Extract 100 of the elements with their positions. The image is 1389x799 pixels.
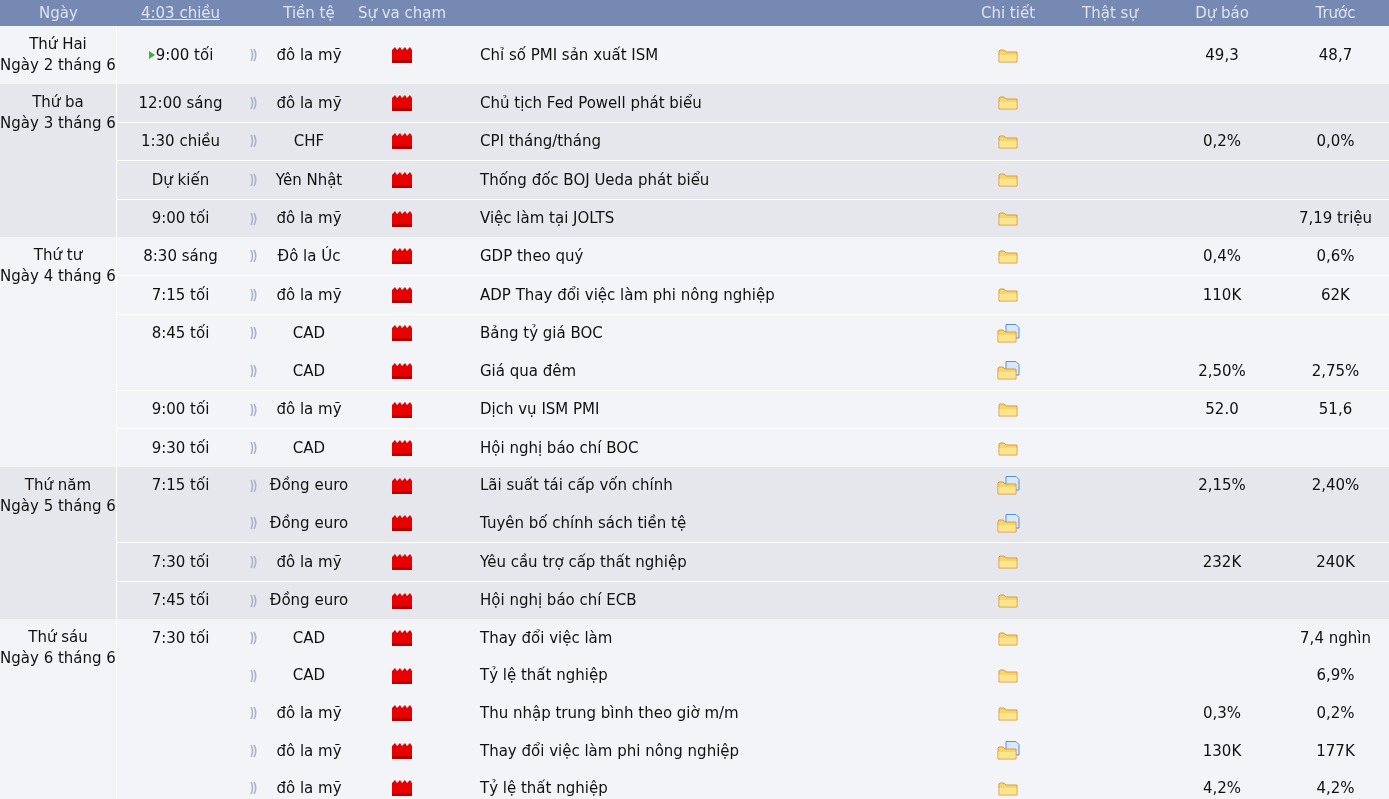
folder-icon[interactable] — [998, 401, 1018, 419]
event-title: Tỷ lệ thất nghiệp — [480, 779, 608, 798]
date-label: Ngày 5 tháng 6 — [0, 495, 116, 517]
currency-label: đô la mỹ — [276, 284, 342, 306]
currency-label: đô la mỹ — [276, 399, 342, 421]
currency-label: Đồng euro — [269, 590, 349, 612]
impact-icon — [392, 780, 412, 797]
impact-icon — [392, 515, 412, 532]
sound-wave-icon[interactable] — [250, 173, 258, 187]
previous-value: 51,6 — [1318, 399, 1353, 421]
sound-wave-icon[interactable] — [250, 516, 258, 531]
forecast-value: 2,15% — [1198, 475, 1246, 497]
folder-icon[interactable] — [998, 46, 1018, 64]
event-title: Thu nhập trung bình theo giờ m/m — [480, 704, 739, 723]
sound-wave-icon[interactable] — [250, 743, 258, 758]
event-title: Tuyên bố chính sách tiền tệ — [480, 514, 687, 533]
folder-document-icon[interactable] — [996, 361, 1020, 381]
currency-label: đô la mỹ — [276, 44, 342, 66]
column-header: Chi tiết — [979, 2, 1037, 24]
folder-icon[interactable] — [998, 94, 1018, 112]
impact-icon — [392, 248, 412, 265]
previous-value: 2,40% — [1311, 475, 1360, 497]
forecast-value: 4,2% — [1202, 778, 1242, 799]
folder-icon[interactable] — [998, 286, 1018, 304]
impact-icon — [392, 440, 412, 457]
event-title: Hội nghị báo chí BOC — [480, 438, 639, 457]
folder-document-icon[interactable] — [996, 323, 1020, 343]
event-time: 7:15 tối — [151, 284, 210, 306]
currency-label: Đồng euro — [269, 513, 349, 535]
currency-label: đô la mỹ — [276, 778, 342, 799]
previous-value: 177K — [1316, 740, 1355, 762]
column-header: Tiền tệ — [282, 2, 336, 24]
currency-label: CAD — [292, 360, 326, 382]
sound-wave-icon[interactable] — [250, 211, 258, 226]
date-label: Ngày 4 tháng 6 — [0, 266, 116, 288]
folder-icon[interactable] — [998, 210, 1018, 228]
previous-value: 0,0% — [1316, 131, 1355, 153]
sound-wave-icon[interactable] — [250, 134, 258, 149]
sound-wave-icon[interactable] — [250, 287, 258, 302]
sound-wave-icon[interactable] — [250, 631, 258, 646]
event-title: Chủ tịch Fed Powell phát biểu — [480, 93, 702, 112]
currency-label: đô la mỹ — [276, 551, 342, 573]
weekday-label: Thứ Hai — [29, 34, 87, 55]
event-title: Lãi suất tái cấp vốn chính — [480, 476, 673, 495]
folder-icon[interactable] — [998, 171, 1018, 189]
folder-icon[interactable] — [998, 780, 1018, 797]
event-title: Thay đổi việc làm phi nông nghiệp — [480, 741, 740, 760]
currency-label: CAD — [292, 323, 326, 345]
folder-document-icon[interactable] — [996, 513, 1020, 533]
event-title: GDP theo quý — [480, 246, 584, 265]
column-header: Ngày — [38, 2, 79, 24]
folder-icon[interactable] — [998, 667, 1018, 685]
event-title: Yêu cầu trợ cấp thất nghiệp — [480, 552, 687, 571]
previous-value: 7,4 nghìn — [1300, 627, 1371, 649]
previous-value: 48,7 — [1318, 44, 1353, 66]
impact-icon — [392, 592, 412, 609]
sound-wave-icon[interactable] — [250, 402, 258, 417]
sound-wave-icon[interactable] — [250, 326, 258, 341]
event-time: 7:30 tối — [151, 627, 210, 649]
forecast-value: 0,4% — [1202, 245, 1242, 267]
sound-wave-icon[interactable] — [250, 668, 258, 683]
weekday-label: Thứ năm — [24, 474, 92, 496]
forecast-value: 49,3 — [1205, 44, 1239, 66]
currency-label: CHF — [293, 131, 325, 153]
date-label: Ngày 6 tháng 6 — [0, 648, 116, 670]
event-time: 7:15 tối — [151, 475, 210, 497]
impact-icon — [392, 705, 412, 722]
folder-icon[interactable] — [998, 629, 1018, 647]
currency-label: đô la mỹ — [276, 740, 342, 762]
impact-icon — [392, 362, 412, 379]
sound-wave-icon[interactable] — [250, 706, 258, 721]
column-header: Dự báo — [1194, 2, 1250, 24]
sound-wave-icon[interactable] — [250, 478, 258, 493]
currency-label: Yên Nhật — [275, 169, 343, 191]
folder-document-icon[interactable] — [996, 741, 1020, 761]
folder-icon[interactable] — [998, 439, 1018, 457]
sound-wave-icon[interactable] — [250, 781, 258, 796]
folder-icon[interactable] — [998, 592, 1018, 609]
sound-wave-icon[interactable] — [250, 593, 258, 608]
impact-icon — [392, 553, 412, 570]
folder-icon[interactable] — [998, 553, 1018, 571]
event-title: Tỷ lệ thất nghiệp — [480, 666, 608, 685]
column-header: Thật sự — [1081, 2, 1140, 24]
impact-icon — [392, 133, 412, 150]
folder-document-icon[interactable] — [996, 476, 1020, 496]
folder-icon[interactable] — [998, 704, 1018, 722]
folder-icon[interactable] — [998, 132, 1018, 150]
sound-wave-icon[interactable] — [250, 95, 258, 110]
folder-icon[interactable] — [998, 247, 1018, 265]
sound-wave-icon[interactable] — [250, 363, 258, 378]
sound-wave-icon[interactable] — [250, 249, 258, 264]
event-title: Hội nghị báo chí ECB — [480, 591, 637, 610]
impact-icon — [392, 742, 412, 759]
event-title: CPI tháng/tháng — [480, 132, 601, 151]
event-time: 7:45 tối — [151, 590, 210, 612]
event-title: Chỉ số PMI sản xuất ISM — [480, 45, 659, 64]
sound-wave-icon[interactable] — [250, 441, 258, 456]
sound-wave-icon[interactable] — [250, 48, 258, 62]
current-time-link[interactable]: 4:03 chiều — [140, 1, 221, 25]
sound-wave-icon[interactable] — [250, 554, 258, 569]
